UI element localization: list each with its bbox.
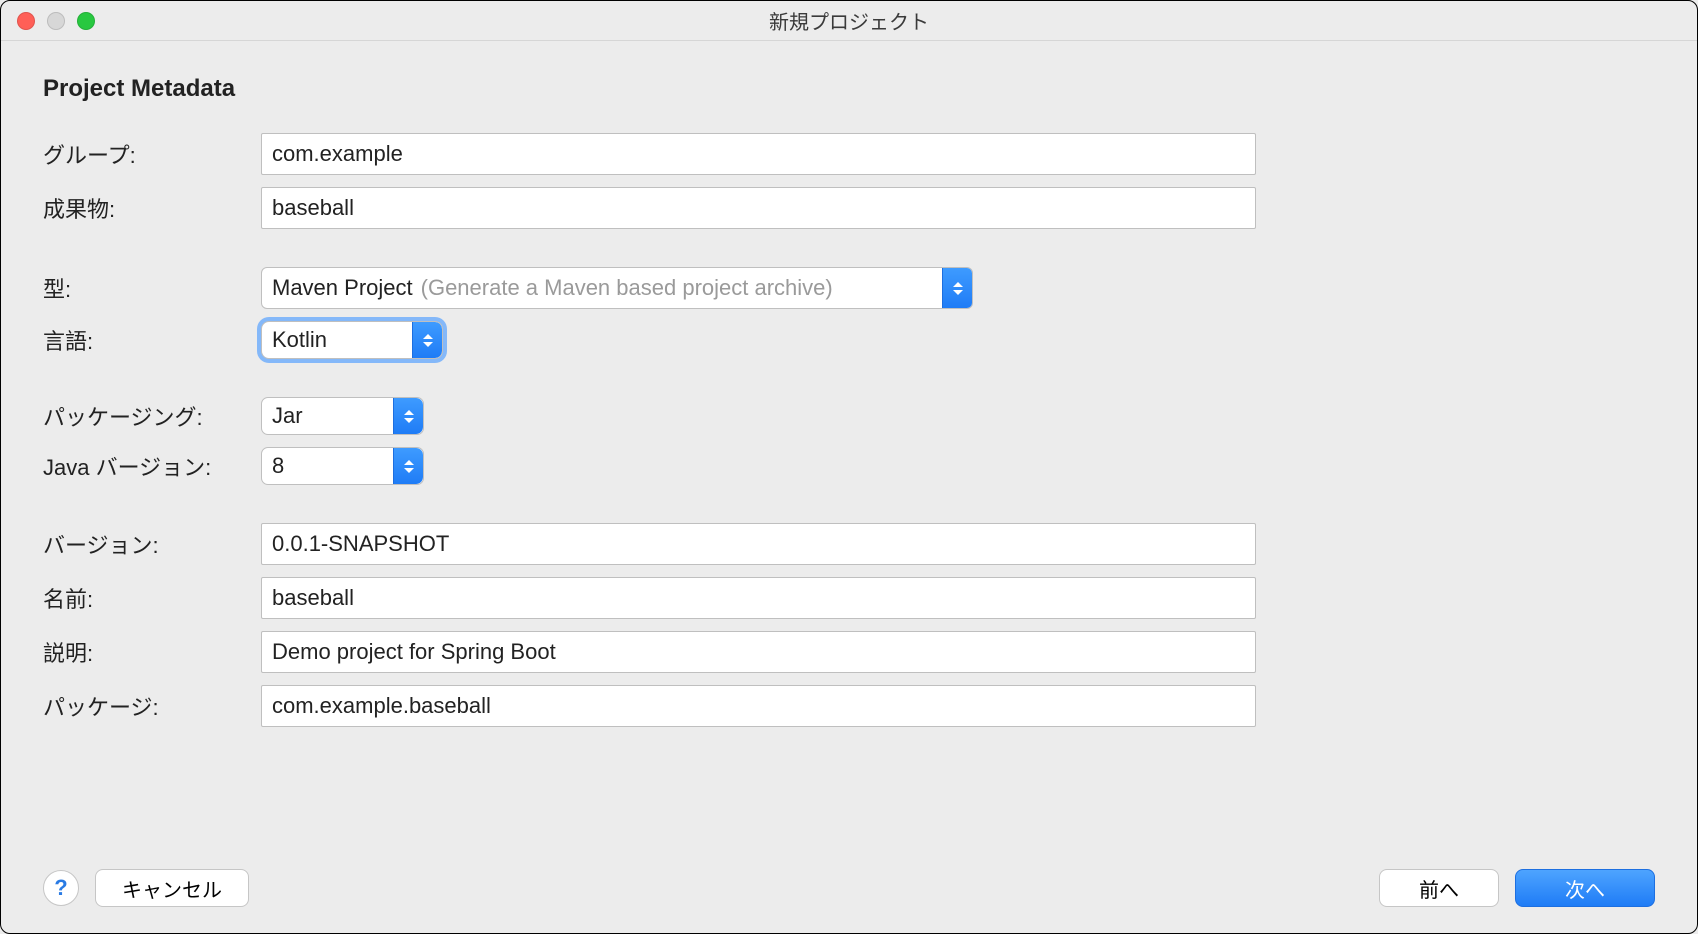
packaging-select[interactable]: Jar — [261, 397, 424, 435]
description-input[interactable] — [261, 631, 1256, 673]
label-package: パッケージ: — [43, 684, 253, 728]
chevron-updown-icon — [393, 448, 423, 484]
label-java-version: Java バージョン: — [43, 444, 253, 488]
next-button[interactable]: 次へ — [1515, 869, 1655, 907]
dialog-window: 新規プロジェクト Project Metadata グループ: 成果物: 型: … — [0, 0, 1698, 934]
label-name: 名前: — [43, 576, 253, 620]
metadata-form: グループ: 成果物: 型: Maven Project (Generate a … — [43, 127, 1655, 733]
label-version: バージョン: — [43, 522, 253, 566]
chevron-updown-icon — [393, 398, 423, 434]
java-version-select[interactable]: 8 — [261, 447, 424, 485]
type-hint: (Generate a Maven based project archive) — [421, 275, 833, 301]
window-title: 新規プロジェクト — [1, 6, 1697, 35]
titlebar: 新規プロジェクト — [1, 1, 1697, 41]
language-select[interactable]: Kotlin — [261, 321, 443, 359]
name-input[interactable] — [261, 577, 1256, 619]
section-title: Project Metadata — [43, 75, 1655, 103]
language-value: Kotlin — [272, 327, 327, 353]
label-type: 型: — [43, 266, 253, 310]
chevron-updown-icon — [412, 322, 442, 358]
label-group: グループ: — [43, 132, 253, 176]
version-input[interactable] — [261, 523, 1256, 565]
back-button[interactable]: 前へ — [1379, 869, 1499, 907]
chevron-updown-icon — [942, 268, 972, 308]
help-icon: ? — [54, 875, 67, 901]
type-value: Maven Project — [272, 275, 413, 301]
label-artifact: 成果物: — [43, 186, 253, 230]
dialog-footer: ? キャンセル 前へ 次へ — [1, 857, 1697, 933]
group-input[interactable] — [261, 133, 1256, 175]
type-select[interactable]: Maven Project (Generate a Maven based pr… — [261, 267, 973, 309]
content-area: Project Metadata グループ: 成果物: 型: Maven Pro… — [1, 41, 1697, 857]
label-language: 言語: — [43, 318, 253, 362]
package-input[interactable] — [261, 685, 1256, 727]
cancel-button[interactable]: キャンセル — [95, 869, 249, 907]
label-description: 説明: — [43, 630, 253, 674]
help-button[interactable]: ? — [43, 870, 79, 906]
artifact-input[interactable] — [261, 187, 1256, 229]
java-version-value: 8 — [272, 453, 284, 479]
packaging-value: Jar — [272, 403, 303, 429]
label-packaging: パッケージング: — [43, 394, 253, 438]
